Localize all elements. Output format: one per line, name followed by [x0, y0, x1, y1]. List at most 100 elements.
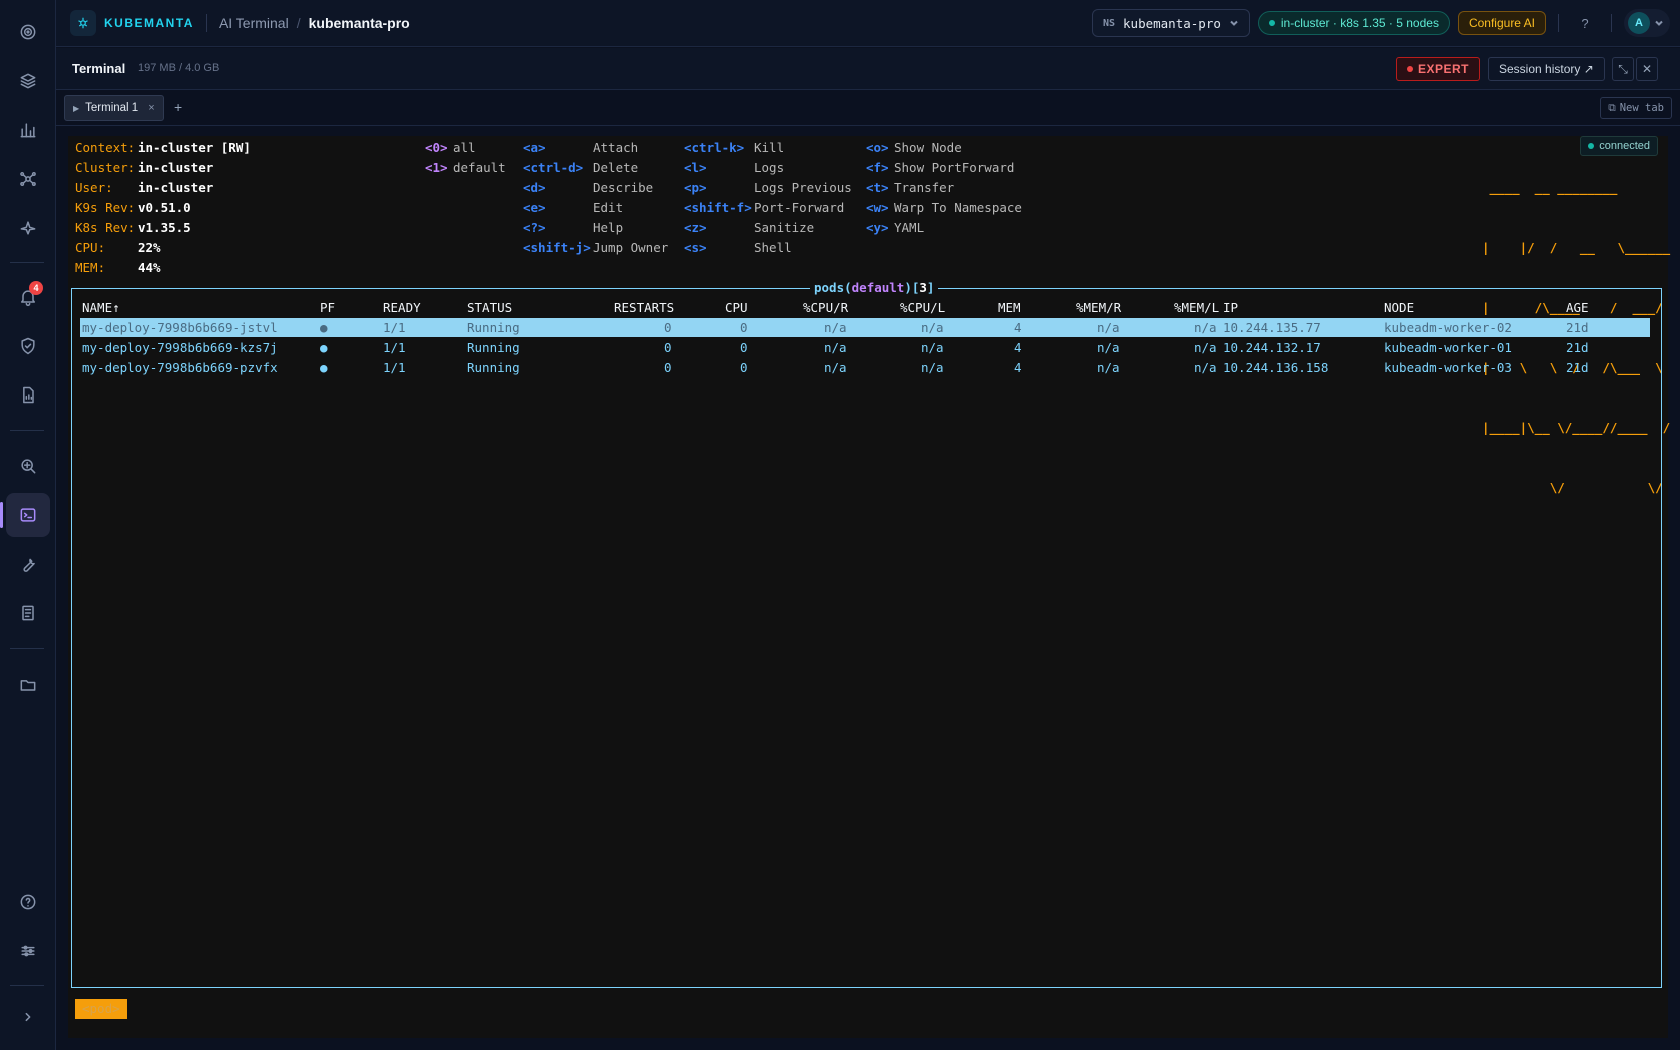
- column-header[interactable]: AGE: [1566, 298, 1589, 318]
- shortcut-label: Edit: [593, 200, 624, 215]
- pod-cpu: 0: [740, 320, 748, 335]
- pod-node: kubeadm-worker-01: [1384, 340, 1512, 355]
- column-header[interactable]: STATUS: [467, 298, 512, 318]
- chevron-down-icon: [1655, 20, 1663, 26]
- sliders-icon[interactable]: [6, 929, 50, 973]
- info-value: in-cluster: [138, 180, 214, 195]
- new-tab-button[interactable]: ⧉ New tab: [1600, 97, 1672, 119]
- info-value: v0.51.0: [138, 200, 191, 215]
- terminal-icon[interactable]: [0, 493, 50, 537]
- column-header[interactable]: %CPU/R: [803, 298, 848, 318]
- column-header[interactable]: %CPU/L: [900, 298, 945, 318]
- breadcrumb-section[interactable]: AI Terminal: [219, 15, 289, 31]
- pod-age: 21d: [1566, 320, 1589, 335]
- namespace-key: <0>: [425, 140, 448, 155]
- chevron-down-icon: [1230, 20, 1238, 26]
- column-header[interactable]: READY: [383, 298, 421, 318]
- column-header[interactable]: NAME↑: [82, 298, 120, 318]
- overview-icon[interactable]: [6, 10, 50, 54]
- avatar: A: [1628, 12, 1650, 34]
- record-dot-icon: [1407, 66, 1413, 72]
- expert-mode-button[interactable]: EXPERT: [1396, 57, 1481, 81]
- shortcut-key: <?>: [523, 220, 546, 235]
- tab-terminal-1[interactable]: ▶ Terminal 1 ×: [64, 95, 164, 121]
- column-header[interactable]: MEM: [998, 298, 1021, 318]
- column-header[interactable]: PF: [320, 298, 335, 318]
- shortcut-key: <t>: [866, 180, 889, 195]
- namespace-label: NS: [1102, 17, 1116, 29]
- column-header[interactable]: %MEM/L: [1174, 298, 1219, 318]
- shortcut-label: Describe: [593, 180, 654, 195]
- session-history-button[interactable]: Session history ↗: [1488, 57, 1605, 81]
- shortcut-key: <shift-j>: [523, 240, 591, 255]
- topbar-separator: [1558, 14, 1559, 32]
- kubemanta-logo-icon[interactable]: [70, 10, 96, 36]
- pod-ip: 10.244.135.77: [1223, 320, 1321, 335]
- configure-ai-button[interactable]: Configure AI: [1457, 11, 1546, 35]
- terminal-screen[interactable]: connected Context: in-cluster [RW] Clust…: [68, 136, 1670, 1038]
- shortcut-label: Logs Previous: [754, 180, 852, 195]
- shortcut-label: Show PortForward: [894, 160, 1015, 175]
- resource-count: 3: [919, 280, 927, 295]
- pod-ip: 10.244.132.17: [1223, 340, 1321, 355]
- column-header[interactable]: CPU: [725, 298, 748, 318]
- pod-pf: ●: [320, 340, 328, 355]
- shortcut-key: <shift-f>: [684, 200, 752, 215]
- info-key: Cluster:: [75, 160, 136, 175]
- sidebar-divider: [10, 985, 44, 986]
- info-key: CPU:: [75, 240, 106, 255]
- pod-ip: 10.244.136.158: [1223, 360, 1329, 375]
- column-header[interactable]: %MEM/R: [1076, 298, 1121, 318]
- shortcut-key: <ctrl-k>: [684, 140, 745, 155]
- namespace-label: default: [453, 160, 506, 175]
- pod-age: 21d: [1566, 340, 1589, 355]
- add-tab-button[interactable]: +: [174, 99, 182, 115]
- namespace-select[interactable]: NS kubemanta-pro: [1091, 9, 1250, 37]
- column-header[interactable]: RESTARTS: [614, 298, 674, 318]
- report-icon[interactable]: [6, 591, 50, 635]
- sidebar: 4: [0, 0, 56, 1050]
- info-key: Context:: [75, 140, 136, 155]
- pod-restarts: 0: [664, 360, 672, 375]
- shield-icon[interactable]: [6, 324, 50, 368]
- expand-icon[interactable]: ⤡: [1612, 57, 1634, 81]
- pod-cpu-r: n/a: [824, 360, 847, 375]
- layers-icon[interactable]: [6, 59, 50, 103]
- help-button[interactable]: ?: [1571, 16, 1599, 31]
- helm-icon[interactable]: [6, 206, 50, 250]
- cluster-status-text: in-cluster · k8s 1.35 · 5 nodes: [1280, 16, 1439, 30]
- pod-mem-r: n/a: [1097, 320, 1120, 335]
- file-chart-icon[interactable]: [6, 373, 50, 417]
- tab-close-icon[interactable]: ×: [148, 102, 154, 114]
- bar-chart-icon[interactable]: [6, 108, 50, 152]
- wrench-icon[interactable]: [6, 542, 50, 586]
- pod-name: my-deploy-7998b6b669-kzs7j: [82, 340, 278, 355]
- breadcrumb-current: kubemanta-pro: [308, 15, 410, 31]
- search-plus-icon[interactable]: [6, 444, 50, 488]
- namespace-name: default: [851, 280, 905, 295]
- close-icon[interactable]: ✕: [1636, 57, 1658, 81]
- shortcut-key: <a>: [523, 140, 546, 155]
- user-menu[interactable]: A: [1624, 9, 1670, 37]
- shortcut-key: <o>: [866, 140, 889, 155]
- help-circle-icon[interactable]: [6, 880, 50, 924]
- bell-icon[interactable]: 4: [6, 275, 50, 319]
- status-dot-icon: [1268, 20, 1275, 26]
- pod-ready: 1/1: [383, 320, 406, 335]
- pod-age: 21d: [1566, 360, 1589, 375]
- network-icon[interactable]: [6, 157, 50, 201]
- pod-status: Running: [467, 360, 520, 375]
- tab-label: Terminal 1: [85, 102, 139, 114]
- folder-icon[interactable]: [6, 663, 50, 707]
- column-header[interactable]: IP: [1223, 298, 1238, 318]
- column-header[interactable]: NODE: [1384, 298, 1414, 318]
- shortcut-label: Port-Forward: [754, 200, 845, 215]
- cluster-status-pill[interactable]: in-cluster · k8s 1.35 · 5 nodes: [1257, 11, 1450, 35]
- shortcut-key: <e>: [523, 200, 546, 215]
- shortcut-label: YAML: [894, 220, 925, 235]
- namespace-value: kubemanta-pro: [1123, 15, 1221, 31]
- namespace-label: all: [453, 140, 476, 155]
- pod-cpu-r: n/a: [824, 320, 847, 335]
- chevron-right-icon[interactable]: [6, 995, 50, 1039]
- pod-cpu-r: n/a: [824, 340, 847, 355]
